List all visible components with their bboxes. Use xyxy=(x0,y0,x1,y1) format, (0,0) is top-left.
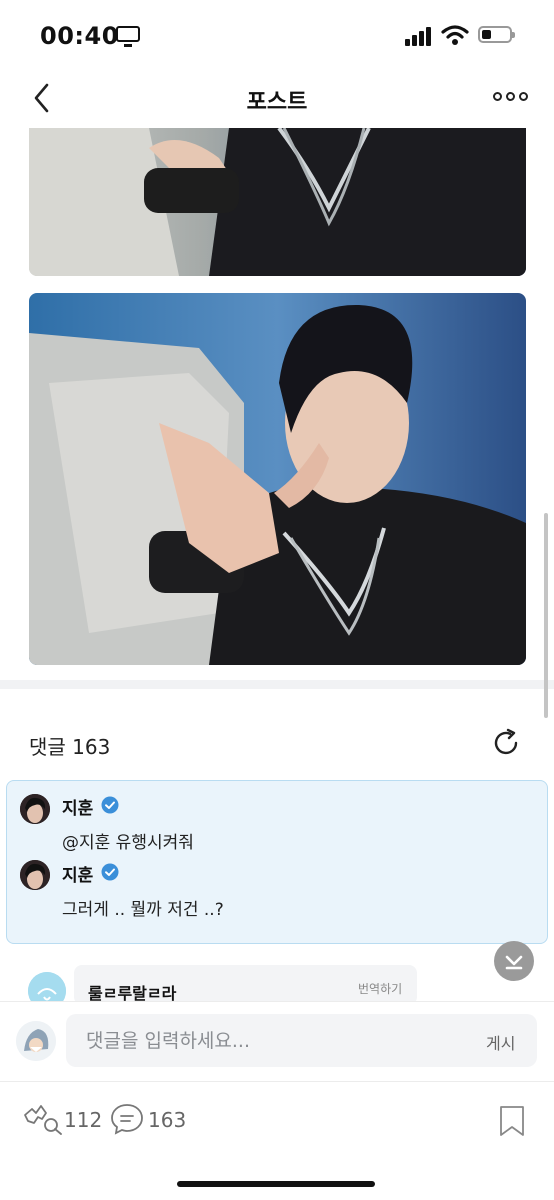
page-title: 포스트 xyxy=(246,90,308,115)
like-count: 112 xyxy=(64,1108,103,1132)
screen-mirroring-icon xyxy=(116,26,140,47)
verified-icon xyxy=(101,796,119,814)
avatar[interactable] xyxy=(20,794,50,824)
comment-count: 163 xyxy=(148,1108,187,1132)
comments-count-label: 댓글 163 xyxy=(29,735,111,759)
cellular-signal-icon xyxy=(405,26,433,46)
section-divider xyxy=(0,680,554,689)
scroll-down-icon xyxy=(505,955,523,970)
comment-text: @지훈 유행시켜줘 xyxy=(62,833,194,853)
post-photo-2[interactable] xyxy=(29,293,526,665)
refresh-icon[interactable] xyxy=(490,727,522,759)
my-avatar[interactable] xyxy=(16,1021,56,1061)
status-time: 00:40 xyxy=(40,22,119,50)
post-button[interactable]: 게시 xyxy=(486,1030,515,1054)
battery-icon xyxy=(478,26,515,43)
comment-input[interactable] xyxy=(66,1014,537,1067)
like-icon[interactable] xyxy=(22,1101,64,1135)
scrollbar[interactable] xyxy=(544,513,548,718)
divider xyxy=(0,1081,554,1082)
comment-author[interactable]: 지훈 xyxy=(62,794,93,819)
wifi-icon xyxy=(441,25,469,45)
comment-author[interactable]: 지훈 xyxy=(62,861,93,886)
translate-button[interactable]: 번역하기 xyxy=(358,980,402,997)
comment-icon[interactable] xyxy=(109,1101,145,1137)
comment-text: 그러게 .. 뭘까 저건 ..? xyxy=(62,900,224,920)
bookmark-icon[interactable] xyxy=(498,1105,526,1137)
avatar[interactable] xyxy=(20,860,50,890)
more-icon[interactable] xyxy=(493,90,529,104)
home-indicator[interactable] xyxy=(177,1181,375,1187)
scroll-down-button[interactable] xyxy=(494,941,534,981)
verified-icon xyxy=(101,863,119,881)
post-photo-1[interactable] xyxy=(29,128,526,276)
